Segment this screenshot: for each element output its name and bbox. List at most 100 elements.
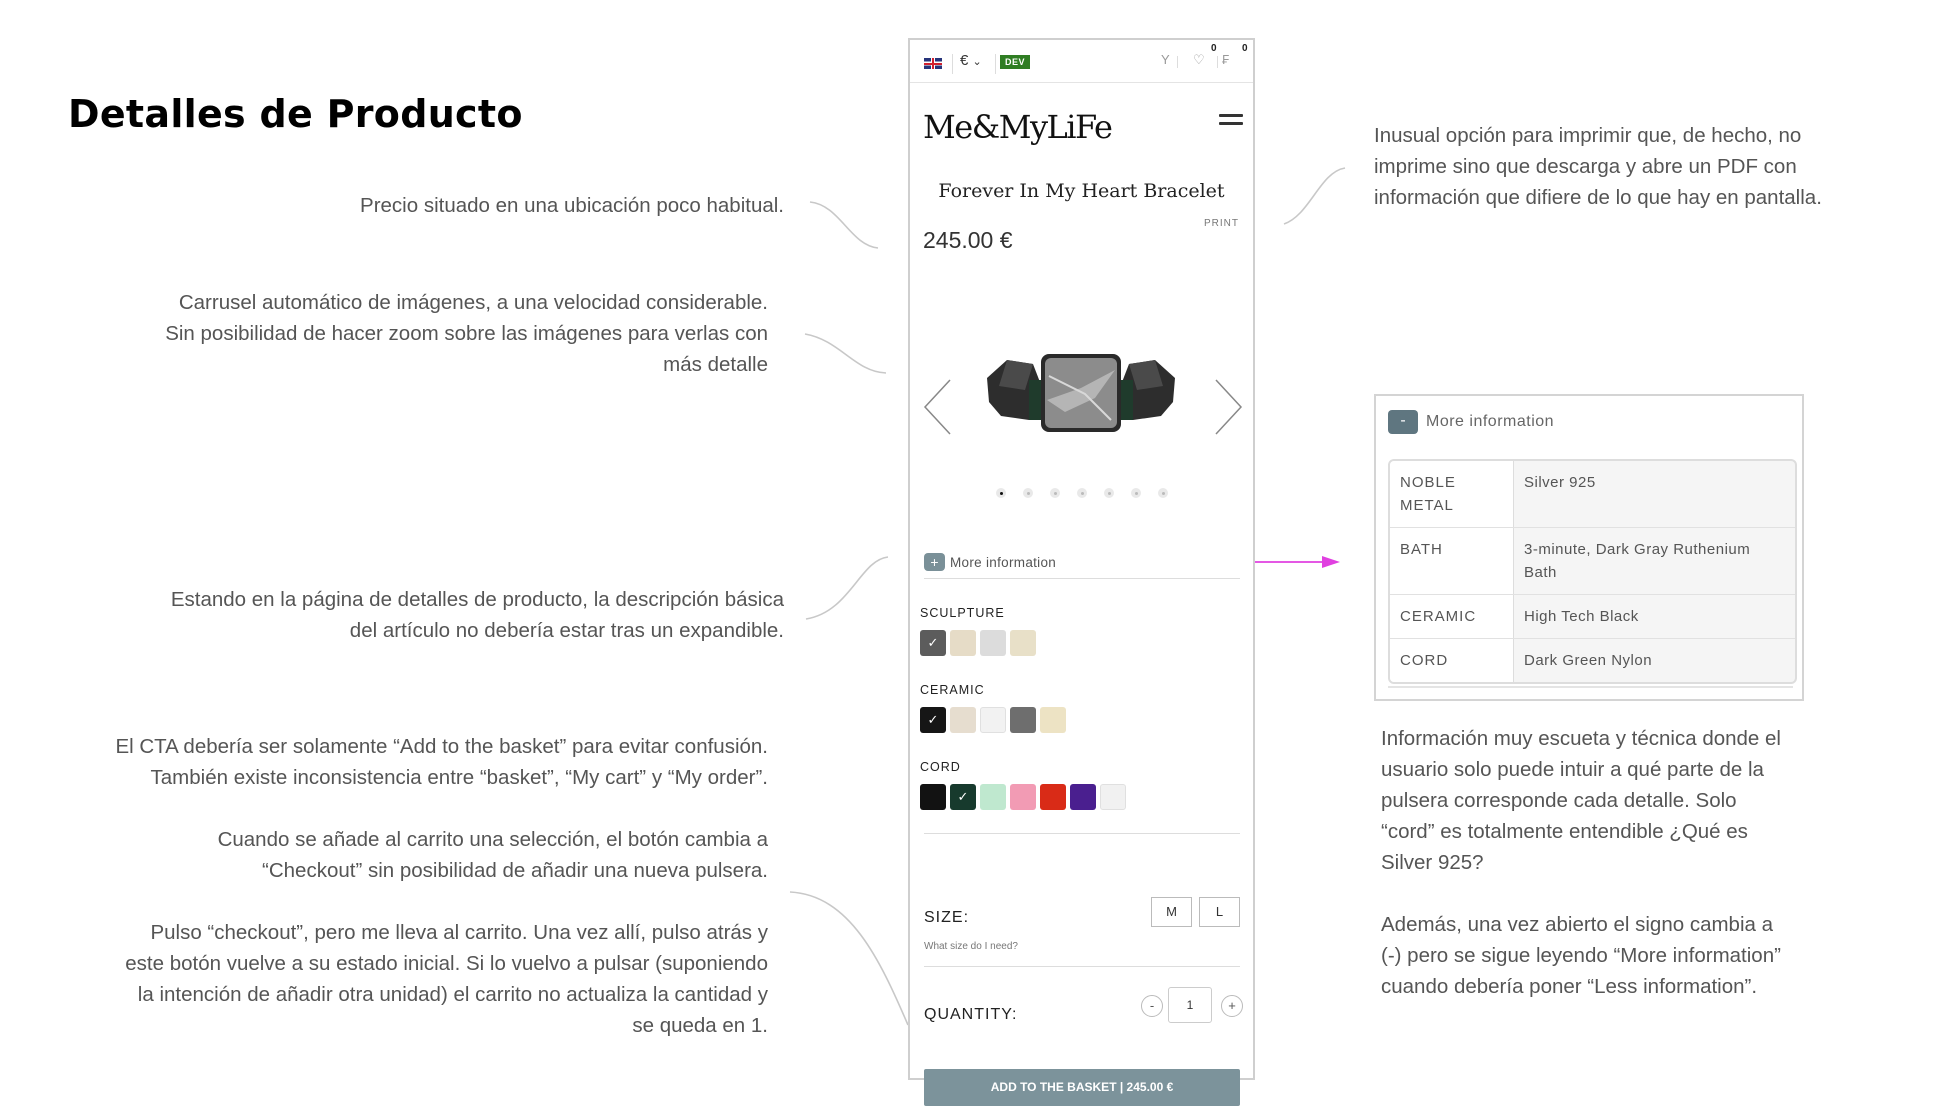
spec-value: 3-minute, Dark Gray Ruthenium Bath — [1524, 541, 1751, 581]
cord-swatches — [920, 784, 1126, 810]
connector-cta — [789, 891, 909, 1026]
note-line: Estando en la página de detalles de prod… — [170, 588, 784, 611]
quantity-label: QUANTITY: — [924, 1006, 1018, 1023]
carousel-dot[interactable] — [1104, 488, 1114, 498]
carousel-dot[interactable] — [996, 488, 1006, 498]
sculpture-swatches — [920, 630, 1036, 656]
ceramic-label: CERAMIC — [920, 683, 985, 697]
spec-row: CERAMIC High Tech Black — [1390, 595, 1795, 639]
champagne-glass-icon[interactable]: Y — [1161, 52, 1170, 67]
wishlist-count: 0 — [1211, 43, 1217, 54]
uk-flag-icon[interactable] — [924, 58, 942, 69]
cord-swatch[interactable] — [1100, 784, 1126, 810]
note-line: la intención de añadir otra unidad) el c… — [137, 983, 768, 1006]
hamburger-menu-icon[interactable] — [1219, 114, 1243, 130]
note-line: este botón vuelve a su estado inicial. S… — [125, 952, 768, 975]
note-line: (-) pero se sigue leyendo “More informat… — [1381, 944, 1781, 967]
ceramic-swatch[interactable] — [980, 707, 1006, 733]
divider — [1388, 686, 1793, 688]
note-print: Inusual opción para imprimir que, de hec… — [1374, 120, 1822, 213]
note-line — [115, 886, 768, 917]
minus-icon: - — [1388, 410, 1418, 434]
more-info-toggle[interactable]: + More information — [924, 553, 1056, 571]
sculpture-swatch[interactable] — [1010, 630, 1036, 656]
quantity-input[interactable]: 1 — [1168, 987, 1212, 1023]
size-option-m[interactable]: M — [1151, 897, 1192, 927]
carousel-dot[interactable] — [1023, 488, 1033, 498]
note-line: “Checkout” sin posibilidad de añadir una… — [262, 859, 768, 882]
sculpture-swatch[interactable] — [980, 630, 1006, 656]
product-image-bracelet[interactable] — [985, 350, 1177, 440]
more-info-panel-header[interactable]: - More information — [1388, 410, 1554, 434]
connector-print — [1283, 167, 1346, 225]
ceramic-swatch[interactable] — [920, 707, 946, 733]
spec-value: Dark Green Nylon — [1524, 652, 1653, 669]
note-line: También existe inconsistencia entre “bas… — [150, 766, 768, 789]
divider — [952, 54, 953, 74]
arrowhead — [1322, 556, 1340, 568]
size-guide-link[interactable]: What size do I need? — [924, 941, 1018, 952]
quantity-decrement-button[interactable]: - — [1141, 995, 1163, 1017]
divider — [995, 54, 996, 74]
divider — [924, 578, 1240, 579]
add-to-basket-button[interactable]: ADD TO THE BASKET | 245.00 € — [924, 1069, 1240, 1106]
cord-swatch[interactable] — [1070, 784, 1096, 810]
chevron-down-icon: ⌄ — [972, 56, 982, 68]
currency-symbol: € — [960, 52, 969, 69]
carousel-dot[interactable] — [1158, 488, 1168, 498]
spec-value: High Tech Black — [1524, 608, 1639, 625]
carousel-dot[interactable] — [1050, 488, 1060, 498]
size-option-l[interactable]: L — [1199, 897, 1240, 927]
note-line: Inusual opción para imprimir que, de hec… — [1374, 124, 1802, 147]
spec-key: BATH — [1390, 528, 1514, 594]
note-line: Carrusel automático de imágenes, a una v… — [178, 291, 768, 314]
note-carousel: Carrusel automático de imágenes, a una v… — [165, 287, 768, 380]
cord-swatch[interactable] — [1040, 784, 1066, 810]
ceramic-swatch[interactable] — [1010, 707, 1036, 733]
sculpture-swatch[interactable] — [950, 630, 976, 656]
note-price: Precio situado en una ubicación poco hab… — [360, 190, 784, 221]
carousel-next-arrow-icon[interactable] — [1212, 378, 1244, 436]
currency-selector[interactable]: € ⌄ — [960, 52, 982, 69]
cord-swatch[interactable] — [920, 784, 946, 810]
carousel-dot[interactable] — [1077, 488, 1087, 498]
spec-row: BATH 3-minute, Dark Gray Ruthenium Bath — [1390, 528, 1795, 595]
brand-logo[interactable]: Me&MyLiFe — [923, 108, 1113, 146]
note-line: El CTA debería ser solamente “Add to the… — [115, 735, 768, 758]
quantity-increment-button[interactable]: + — [1221, 995, 1243, 1017]
cord-swatch[interactable] — [1010, 784, 1036, 810]
more-info-label: More information — [950, 554, 1057, 570]
note-line: pulsera corresponde cada detalle. Solo — [1381, 789, 1737, 812]
spec-key: CORD — [1390, 639, 1514, 682]
spec-key: NOBLE METAL — [1390, 461, 1514, 527]
cart-count: 0 — [1242, 43, 1248, 54]
note-line: Sin posibilidad de hacer zoom sobre las … — [165, 322, 768, 345]
plus-icon: + — [924, 553, 945, 571]
ceramic-swatch[interactable] — [1040, 707, 1066, 733]
more-info-panel-title: More information — [1426, 413, 1555, 430]
sculpture-swatch[interactable] — [920, 630, 946, 656]
note-line: Información muy escueta y técnica donde … — [1381, 727, 1781, 750]
print-link[interactable]: PRINT — [1204, 218, 1239, 229]
carousel-prev-arrow-icon[interactable] — [922, 378, 954, 436]
divider — [1177, 56, 1178, 68]
note-line: del artículo no debería estar tras un ex… — [349, 619, 784, 642]
note-line: cuando debería poner “Less information”. — [1381, 975, 1758, 998]
note-line: Silver 925? — [1381, 851, 1484, 874]
carousel-dot[interactable] — [1131, 488, 1141, 498]
spec-row: NOBLE METAL Silver 925 — [1390, 461, 1795, 528]
carousel-dots — [996, 488, 1168, 498]
ceramic-swatch[interactable] — [950, 707, 976, 733]
cord-swatch[interactable] — [950, 784, 976, 810]
note-line: Además, una vez abierto el signo cambia … — [1381, 913, 1774, 936]
bag-icon[interactable]: ₣ — [1222, 52, 1229, 67]
wishlist-icon[interactable]: ♡ — [1193, 52, 1205, 68]
product-name: Forever In My Heart Bracelet — [938, 180, 1225, 202]
cord-swatch[interactable] — [980, 784, 1006, 810]
top-bar: € ⌄ DEV Y ♡ 0 ₣ 0 — [910, 40, 1253, 83]
note-line: se queda en 1. — [632, 1014, 768, 1037]
phone-mockup: € ⌄ DEV Y ♡ 0 ₣ 0 Me&MyLiFe Forever In M… — [908, 38, 1255, 1106]
note-expandable: Estando en la página de detalles de prod… — [171, 584, 784, 646]
cord-label: CORD — [920, 760, 961, 774]
note-info: Información muy escueta y técnica donde … — [1381, 723, 1781, 1002]
